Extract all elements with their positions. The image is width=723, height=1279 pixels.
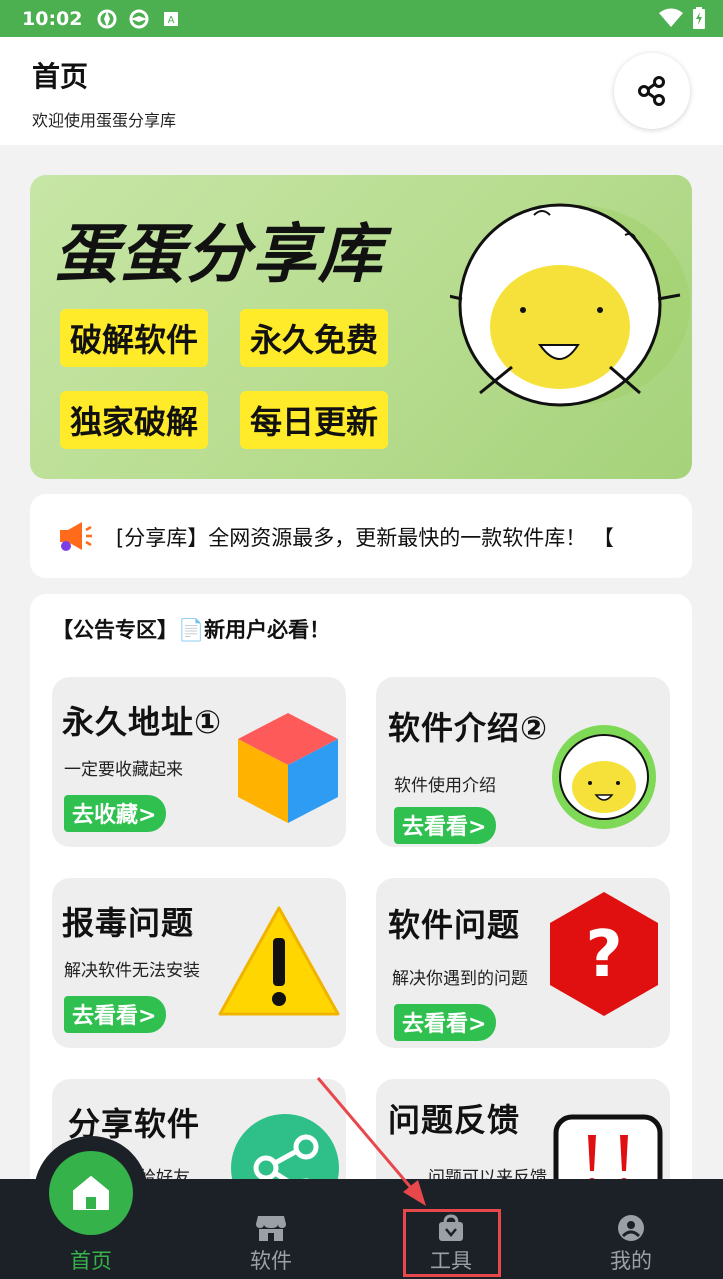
sync-icon	[96, 8, 118, 30]
card-desc: 一定要收藏起来	[64, 760, 183, 780]
nav-label-home[interactable]: 首页	[41, 1245, 141, 1275]
egg-mascot-illustration	[443, 195, 690, 445]
notice-title: 【公告专区】📄新用户必看！	[52, 618, 331, 642]
banner-tag: 破解软件	[60, 309, 209, 367]
battery-icon	[693, 7, 705, 33]
card-permanent-address[interactable]: 永久地址① 一定要收藏起来 去收藏>	[52, 677, 346, 847]
marquee-text: [分享库】全网资源最多，更新最快的一款软件库！ 【	[116, 526, 614, 550]
text-notification-icon: A	[160, 8, 182, 30]
sync-icon	[128, 8, 150, 30]
page-header: 首页 欢迎使用蛋蛋分享库	[0, 37, 723, 145]
user-icon[interactable]	[616, 1214, 646, 1242]
card-title: 问题反馈	[388, 1101, 521, 1139]
home-icon	[73, 1176, 109, 1210]
card-desc: 解决你遇到的问题	[392, 969, 528, 989]
nav-home-button[interactable]	[49, 1151, 133, 1235]
card-desc: 软件使用介绍	[394, 776, 496, 796]
nav-label-mine[interactable]: 我的	[581, 1245, 681, 1275]
card-virus-warning[interactable]: 报毒问题 解决软件无法安装 去看看>	[52, 878, 346, 1048]
page-subtitle: 欢迎使用蛋蛋分享库	[32, 111, 177, 130]
banner-title: 蛋蛋分享库	[54, 218, 384, 292]
status-bar: 10:02 A	[0, 0, 723, 37]
card-software-problem[interactable]: 软件问题 解决你遇到的问题 去看看> ?	[376, 878, 670, 1048]
banner-tag: 每日更新	[240, 391, 389, 449]
card-title: 软件问题	[388, 906, 521, 944]
banner-tag: 独家破解	[60, 391, 209, 449]
svg-text:?: ?	[585, 918, 622, 992]
svg-text:A: A	[168, 15, 175, 26]
nav-label-software[interactable]: 软件	[221, 1245, 321, 1275]
warning-icon	[216, 904, 342, 1024]
card-title: 永久地址①	[62, 703, 223, 741]
card-button[interactable]: 去看看>	[64, 996, 167, 1033]
card-desc: 解决软件无法安装	[64, 961, 200, 981]
question-mark-icon: ?	[548, 890, 660, 1022]
store-icon[interactable]	[256, 1214, 286, 1242]
wifi-icon	[659, 8, 683, 32]
banner-tag: 永久免费	[240, 309, 389, 367]
promo-banner[interactable]: 蛋蛋分享库 破解软件 永久免费 独家破解 每日更新	[30, 175, 692, 479]
card-title: 报毒问题	[62, 904, 195, 942]
share-icon	[638, 76, 665, 106]
status-time: 10:02	[22, 7, 83, 30]
card-button[interactable]: 去看看>	[394, 807, 497, 844]
page-title: 首页	[32, 60, 89, 93]
card-title: 软件介绍②	[388, 709, 549, 747]
card-button[interactable]: 去看看>	[394, 1004, 497, 1041]
announcement-marquee[interactable]: [分享库】全网资源最多，更新最快的一款软件库！ 【	[30, 494, 692, 578]
card-button[interactable]: 去收藏>	[64, 795, 167, 832]
card-software-intro[interactable]: 软件介绍② 软件使用介绍 去看看>	[376, 677, 670, 847]
megaphone-icon	[58, 520, 92, 552]
share-button[interactable]	[614, 53, 690, 129]
cube-icon	[234, 709, 342, 831]
egg-mascot-icon	[544, 721, 660, 835]
highlight-box	[403, 1209, 501, 1277]
